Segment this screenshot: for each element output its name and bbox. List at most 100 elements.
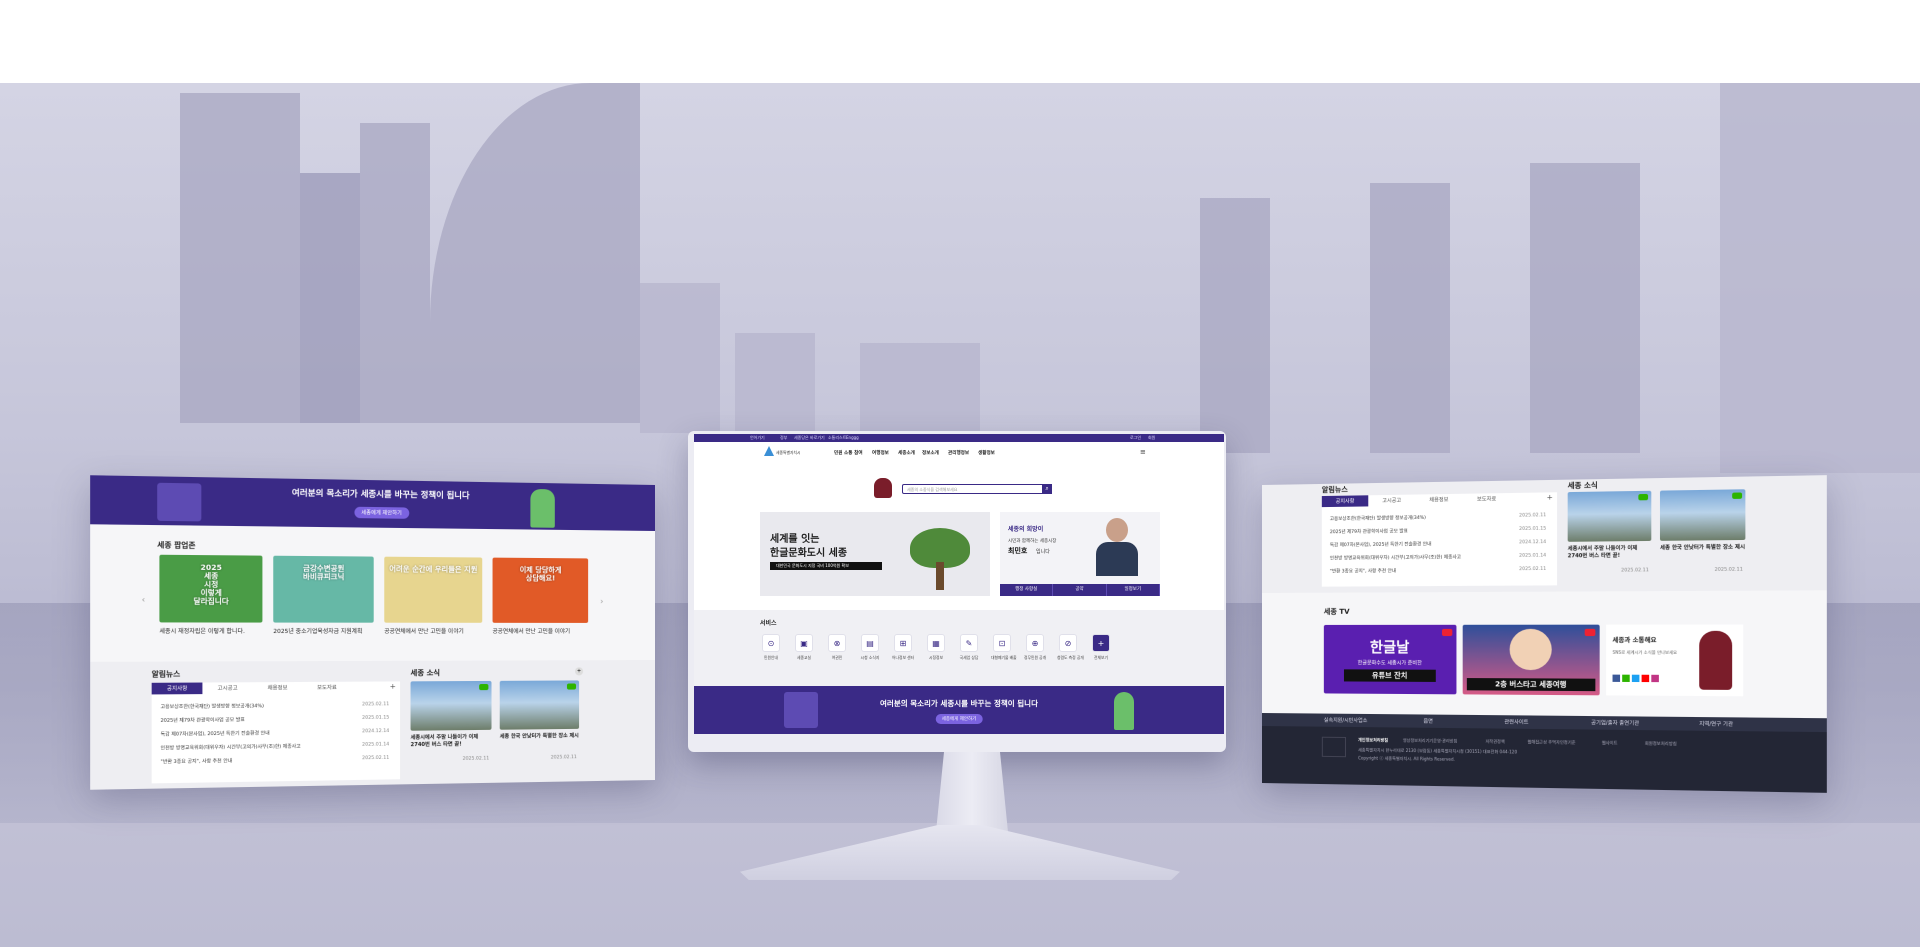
utility-link[interactable]: 정부 (780, 435, 787, 441)
footer-link[interactable]: 회원정보처리방침 (1645, 741, 1677, 748)
news-thumbnail[interactable] (1567, 490, 1652, 542)
footer-nav-item[interactable]: 공기업/출자 출연기관 (1591, 719, 1639, 727)
news-row[interactable]: 2025년 제79차 관광학이사업 공모 발표 (161, 717, 245, 724)
footer-nav-item[interactable]: 실속지원/시민사업소 (1324, 717, 1368, 724)
news-tab[interactable]: 보도자료 (1463, 493, 1511, 505)
mayor-tab[interactable]: 행정 사항실 (1000, 584, 1054, 596)
facebook-icon[interactable] (1612, 674, 1621, 682)
more-plus-icon[interactable]: + (575, 667, 584, 676)
popup-card-art: 어려운 순간에 우리들은 지원 (389, 564, 478, 574)
news-row[interactable]: 독감 제07차(본사업), 2025년 특한기 전술환경 안내 (161, 730, 270, 737)
mayor-line: 시민과 함께하는 세종시장 (1008, 539, 1057, 544)
service-item[interactable]: ⊙ 민원안내 (760, 634, 782, 661)
service-label: 시정정보 (929, 655, 943, 660)
service-item[interactable]: ▤ 시청 소식지 (859, 634, 881, 661)
news-row[interactable]: 독감 제07차(본사업), 2025년 특한기 전술환경 안내 (1330, 541, 1431, 548)
service-item[interactable]: + 전체보기 (1090, 634, 1112, 661)
news-thumbnail[interactable] (1659, 489, 1746, 541)
mayor-tab[interactable]: 공약 (1053, 584, 1107, 596)
utility-link[interactable]: 세종당은 (794, 435, 809, 441)
footer-link[interactable]: 웹사이트 (1602, 740, 1618, 746)
news-tab[interactable]: 고시공고 (202, 682, 252, 694)
services-section: 서비스 ⊙ 민원안내 ▣ 세종교실 ⊗ 여권민 ▤ 시청 소식지 ⊞ 어나정보 센터 ▦ 시정정보 ✎ 국… (694, 610, 1224, 686)
sejong-logo[interactable]: 세종특별자치시 (764, 446, 800, 460)
propose-button[interactable]: 세종에게 제안하기 (935, 714, 983, 724)
utility-link[interactable]: 회원 (1148, 435, 1155, 441)
tv-video-card[interactable]: 한글날 한글문화수도 세종시가 준비한 유튜브 잔치 (1323, 624, 1457, 695)
service-item[interactable]: ⊘ 청렴도 측정 공개 (1057, 634, 1084, 661)
youtube-icon[interactable] (1641, 674, 1650, 683)
gnb-menu-item[interactable]: 민원 소통 참여 (834, 450, 863, 456)
hero-banner[interactable]: 세계를 잇는 한글문화도시 세종 대한민국 문화도시 지정 국비 100억원 확… (760, 512, 990, 596)
instagram-icon[interactable] (1651, 674, 1659, 683)
twitter-icon[interactable] (1631, 674, 1640, 683)
service-item[interactable]: ⊞ 어나정보 센터 (892, 634, 914, 661)
gnb-menu-item[interactable]: 세종소개 (898, 450, 915, 456)
news-tab[interactable]: 공지사항 (1321, 495, 1369, 508)
footer-nav-item[interactable]: 지역/연구 기관 (1699, 720, 1733, 728)
search-input[interactable]: 세종의 소중식을 검색해보세요 (907, 487, 957, 493)
gnb-menu-item[interactable]: 관리행정보 (948, 450, 969, 456)
footer-link[interactable]: 개인정보처리방침 (1358, 737, 1388, 743)
news-row[interactable]: 2025년 제79차 관광학이사업 공모 발표 (1330, 528, 1408, 535)
hero-title-2: 한글문화도시 세종 (770, 548, 848, 559)
service-item[interactable]: ▣ 세종교실 (793, 634, 815, 661)
footer-link[interactable]: 저작권정책 (1486, 739, 1505, 745)
gnb-menu-item[interactable]: 여행정보 (872, 450, 889, 456)
popup-card[interactable]: 2025 세종 시정 이렇게 달라집니다 (159, 554, 263, 623)
utility-link[interactable]: Enggg (846, 435, 859, 440)
news-row[interactable]: "반환 3종요 공지", 사항 추천 안내 (161, 758, 233, 765)
blog-icon[interactable] (1622, 674, 1630, 682)
footer-link[interactable]: 영상정보처리기기운영·관리방침 (1403, 738, 1457, 745)
footer-nav-item[interactable]: 관련사이트 (1504, 718, 1528, 725)
popup-card[interactable]: 금강수변공원 바비큐피크닉 (273, 555, 374, 623)
news-thumbnail[interactable] (410, 680, 492, 731)
service-item[interactable]: ⊗ 여권민 (826, 634, 848, 661)
service-item[interactable]: ⊡ 대형폐기물 배출 (991, 634, 1017, 661)
more-plus-icon[interactable]: + (390, 682, 396, 690)
tv-video-card[interactable]: 2층 버스타고 세종여행 (1462, 624, 1600, 696)
prev-arrow-icon[interactable]: ‹ (142, 595, 146, 605)
logo-mark-icon (764, 446, 774, 456)
service-label: 세종교실 (797, 655, 811, 660)
popup-card[interactable]: 어려운 순간에 우리들은 지원 (384, 556, 483, 623)
utility-link[interactable]: 로그인 (1130, 435, 1141, 441)
search-icon[interactable]: ⌕ (1042, 484, 1052, 494)
news-row[interactable]: 인천방 방명교육위회(대위우자) 시간부(고의가)사무(조)한) 제종사고 (161, 743, 301, 751)
mayor-tab[interactable]: 일정보기 (1107, 584, 1160, 596)
news-row[interactable]: 고용보상조한(한국재단) 발생방향 정보공개(34%) (1330, 515, 1426, 522)
utility-link[interactable]: 소통리스트 (828, 435, 846, 441)
news-tab[interactable]: 채용정보 (253, 682, 303, 694)
gnb-menu-item[interactable]: 생활정보 (978, 450, 995, 456)
news-date: 2025.02.11 (1621, 568, 1649, 574)
monitor-stand (936, 752, 1008, 832)
menu-icon[interactable]: ≡ (1140, 448, 1146, 456)
news-tab[interactable]: 보도자료 (302, 682, 351, 694)
service-icon: ⊘ (1059, 634, 1077, 652)
search-box[interactable]: 세종의 소중식을 검색해보세요 ⌕ (902, 484, 1052, 494)
popup-card[interactable]: 이제 당당하게 상담해요! (492, 557, 589, 623)
gnb-menu-item[interactable]: 정보소개 (922, 450, 939, 456)
news-tab[interactable]: 공지사항 (151, 682, 203, 695)
footer-nav-item[interactable]: 읍면 (1423, 718, 1432, 725)
service-item[interactable]: ✎ 국세업 상담 (958, 634, 980, 661)
news-date: 2025.01.14 (362, 742, 390, 748)
utility-link[interactable]: 바로가기 (810, 435, 825, 441)
news-tab[interactable]: 채용정보 (1415, 494, 1462, 506)
more-plus-icon[interactable]: + (1547, 493, 1553, 501)
news-date: 2025.02.11 (362, 702, 390, 708)
news-tab[interactable]: 고시공고 (1368, 495, 1415, 507)
service-item[interactable]: ▦ 시정정보 (925, 634, 947, 661)
news-row[interactable]: 고용보상조한(한국재단) 발생방향 정보공개(34%) (161, 703, 264, 710)
next-arrow-icon[interactable]: › (600, 597, 603, 606)
utility-link[interactable]: 언어가기 (750, 435, 765, 441)
news-row[interactable]: "반환 3종요 공지", 사항 추천 안내 (1330, 568, 1396, 575)
news-thumbnail[interactable] (499, 680, 580, 730)
service-label: 청렴도 측정 공개 (1057, 655, 1084, 660)
news-row[interactable]: 인천방 방명교육위회(대위우자) 시간부(고의가)사무(조)한) 제종사고 (1330, 554, 1461, 561)
popup-card-caption: 세종시 재정자립은 이렇게 합니다. (159, 628, 245, 636)
propose-button[interactable]: 세종에게 제안하기 (353, 506, 410, 519)
building (430, 83, 640, 423)
service-item[interactable]: ⊕ 정무민원 공개 (1024, 634, 1046, 661)
footer-link[interactable]: 웹해접근성 주먹자인정기준 (1527, 739, 1575, 746)
